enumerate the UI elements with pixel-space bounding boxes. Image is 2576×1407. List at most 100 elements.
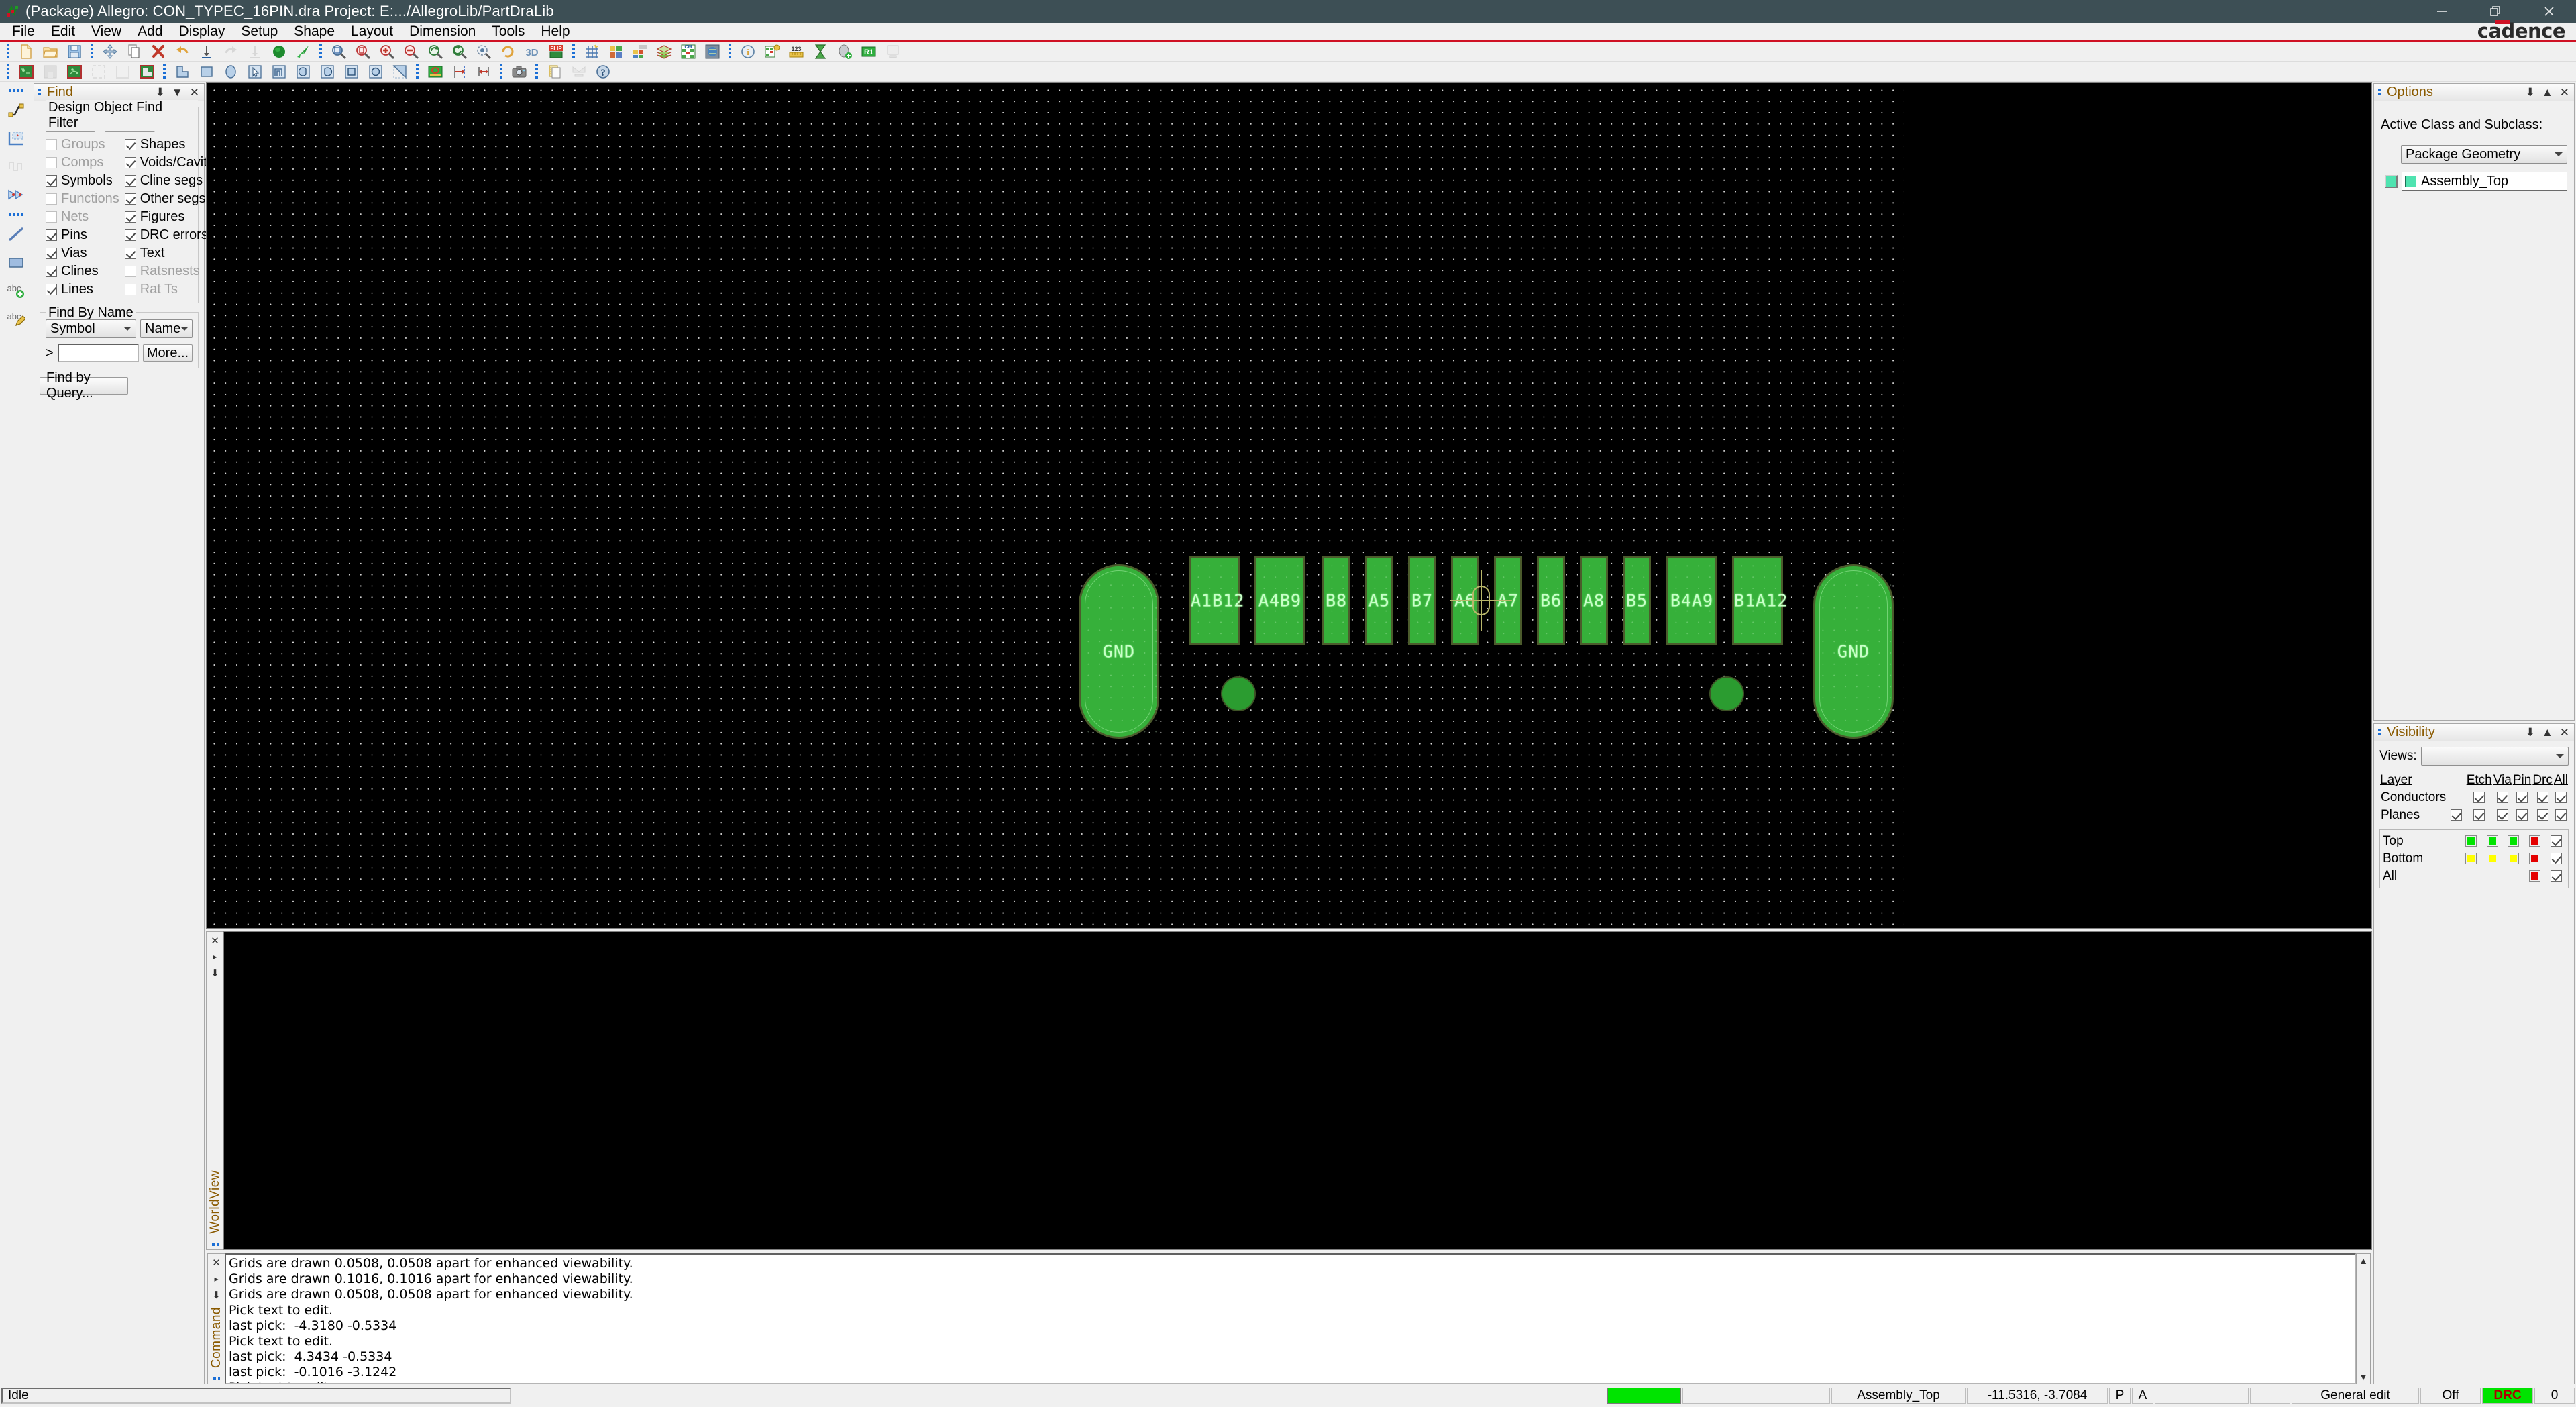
find-panel-grip-icon[interactable] xyxy=(37,87,44,98)
toolbar-grip-4[interactable] xyxy=(571,44,577,60)
worldview-collapse-icon[interactable]: ▸ xyxy=(213,952,217,961)
show-measure-icon[interactable] xyxy=(761,42,784,60)
filter-groups-box[interactable] xyxy=(46,139,57,150)
col-header-via[interactable]: Via xyxy=(2493,772,2512,789)
mount-hole-left[interactable] xyxy=(1221,676,1256,711)
toolbar-grip-3[interactable] xyxy=(318,44,324,60)
rotate-icon[interactable] xyxy=(496,42,519,60)
command-close-icon[interactable]: ✕ xyxy=(212,1257,221,1269)
status-toggle[interactable]: Off xyxy=(2420,1388,2481,1404)
subclass-color-toggle[interactable] xyxy=(2385,174,2398,188)
zoom-refresh-icon[interactable] xyxy=(448,42,471,60)
menu-display[interactable]: Display xyxy=(171,22,233,41)
shape-toolbar-grip[interactable] xyxy=(5,64,11,80)
show-element-icon[interactable]: i xyxy=(737,42,759,60)
misc-toolbar-grip[interactable] xyxy=(534,64,540,80)
pin-pad-b5[interactable]: B5 xyxy=(1623,556,1651,645)
worldview-close-icon[interactable]: ✕ xyxy=(211,935,219,947)
planes-pin-checkbox[interactable] xyxy=(2512,806,2532,824)
draw-toolbar-grip[interactable] xyxy=(162,64,168,80)
options-panel-collapse-icon[interactable]: ▲ xyxy=(2542,86,2553,99)
top-all-checkbox[interactable] xyxy=(2545,833,2567,850)
find-panel-collapse-icon[interactable]: ▼ xyxy=(172,86,183,99)
open-folder-icon[interactable] xyxy=(39,42,62,60)
pin-pad-b4a9[interactable]: B4A9 xyxy=(1666,556,1717,645)
filter-functions-box[interactable] xyxy=(46,193,57,205)
conductors-via-checkbox[interactable] xyxy=(2493,789,2512,806)
grid-toggle-icon[interactable] xyxy=(580,42,603,60)
pin-pad-b7[interactable]: B7 xyxy=(1408,556,1436,645)
move-icon[interactable] xyxy=(99,42,121,60)
top-pin-swatch[interactable] xyxy=(2503,833,2524,850)
hourglass-icon[interactable] xyxy=(809,42,832,60)
mirror-icon[interactable] xyxy=(292,42,315,60)
dimension-linear-icon[interactable] xyxy=(472,62,495,81)
all-drc-swatch[interactable] xyxy=(2524,868,2546,885)
command-pin-icon[interactable]: ⬇ xyxy=(212,1289,221,1301)
conductors-all-checkbox[interactable] xyxy=(2553,789,2569,806)
pin-pad-a6[interactable]: A6 xyxy=(1451,556,1479,645)
col-header-pin[interactable]: Pin xyxy=(2512,772,2532,789)
bottom-all-checkbox[interactable] xyxy=(2545,850,2567,868)
bottom-via-swatch[interactable] xyxy=(2482,850,2504,868)
place-toolbar-grip[interactable] xyxy=(415,64,421,80)
new-icon[interactable] xyxy=(15,42,38,60)
shape-void-icon[interactable] xyxy=(39,62,62,81)
pin-pad-a4b9[interactable]: A4B9 xyxy=(1254,556,1305,645)
find-panel-close-icon[interactable]: ✕ xyxy=(190,86,199,99)
pin-pad-a7[interactable]: A7 xyxy=(1494,556,1522,645)
capture-toolbar-grip[interactable] xyxy=(498,64,504,80)
find-name-input[interactable] xyxy=(58,344,139,362)
color-visibility-icon[interactable] xyxy=(604,42,627,60)
minimize-button[interactable] xyxy=(2415,0,2469,23)
menu-shape[interactable]: Shape xyxy=(286,22,343,41)
edit-text-icon[interactable]: abc xyxy=(3,305,30,332)
console-scrollbar[interactable]: ▲ ▼ xyxy=(2356,1253,2371,1384)
find-object-type-select[interactable]: Symbol xyxy=(46,319,136,338)
gnd-pad-left[interactable]: GND xyxy=(1079,564,1159,739)
filter-comps-box[interactable] xyxy=(46,157,57,168)
options-panel-pin-icon[interactable]: ⬇ xyxy=(2526,86,2535,99)
toolbar-grip-2[interactable] xyxy=(89,44,95,60)
all-all-checkbox[interactable] xyxy=(2545,868,2567,885)
conductors-etch-checkbox[interactable] xyxy=(2466,789,2493,806)
menu-setup[interactable]: Setup xyxy=(233,22,286,41)
shape-edit-icon[interactable] xyxy=(63,62,86,81)
views-select[interactable] xyxy=(2420,747,2569,766)
planes-via-checkbox[interactable] xyxy=(2493,806,2512,824)
command-console-output[interactable]: Grids are drawn 0.0508, 0.0508 apart for… xyxy=(225,1253,2356,1384)
filter-figures-box[interactable] xyxy=(124,211,136,223)
command-collapse-icon[interactable]: ▸ xyxy=(214,1274,218,1284)
status-mode-p[interactable]: P xyxy=(2109,1388,2131,1404)
planes-all-checkbox[interactable] xyxy=(2553,806,2569,824)
filter-comps[interactable]: Comps xyxy=(46,155,119,170)
filter-voids-box[interactable] xyxy=(124,157,136,168)
filter-other-segs-box[interactable] xyxy=(124,193,136,205)
find-panel-pin-icon[interactable]: ⬇ xyxy=(156,86,165,99)
line-tool-icon[interactable] xyxy=(3,221,30,248)
filter-nets-box[interactable] xyxy=(46,211,57,223)
pin-pad-b6[interactable]: B6 xyxy=(1537,556,1565,645)
flip-design-icon[interactable]: FLIP xyxy=(545,42,568,60)
help-icon[interactable]: ? xyxy=(592,62,614,81)
bottom-etch-swatch[interactable] xyxy=(2461,850,2482,868)
filter-rat-ts-box[interactable] xyxy=(124,284,136,295)
filter-lines-box[interactable] xyxy=(46,284,57,295)
status-drc-label[interactable]: DRC xyxy=(2482,1388,2533,1404)
find-by-query-button[interactable]: Find by Query... xyxy=(40,370,128,401)
visibility-panel-pin-icon[interactable]: ⬇ xyxy=(2526,726,2535,739)
worldview-grip-icon[interactable] xyxy=(211,1243,219,1246)
filter-symbols-box[interactable] xyxy=(46,175,57,187)
add-shape-icon[interactable] xyxy=(3,125,30,152)
filter-lines[interactable]: Lines xyxy=(46,282,119,297)
report-icon[interactable] xyxy=(881,42,904,60)
snapshot-icon[interactable] xyxy=(508,62,531,81)
filter-vias[interactable]: Vias xyxy=(46,246,119,261)
zoom-window-icon[interactable] xyxy=(352,42,374,60)
filter-ratsnests-box[interactable] xyxy=(124,266,136,277)
filter-pins-box[interactable] xyxy=(46,229,57,241)
view-3d-icon[interactable]: 3D xyxy=(521,42,543,60)
rect-tool-icon[interactable] xyxy=(3,249,30,276)
top-via-swatch[interactable] xyxy=(2482,833,2504,850)
vertical-toolbar-grip-2[interactable] xyxy=(8,212,24,218)
